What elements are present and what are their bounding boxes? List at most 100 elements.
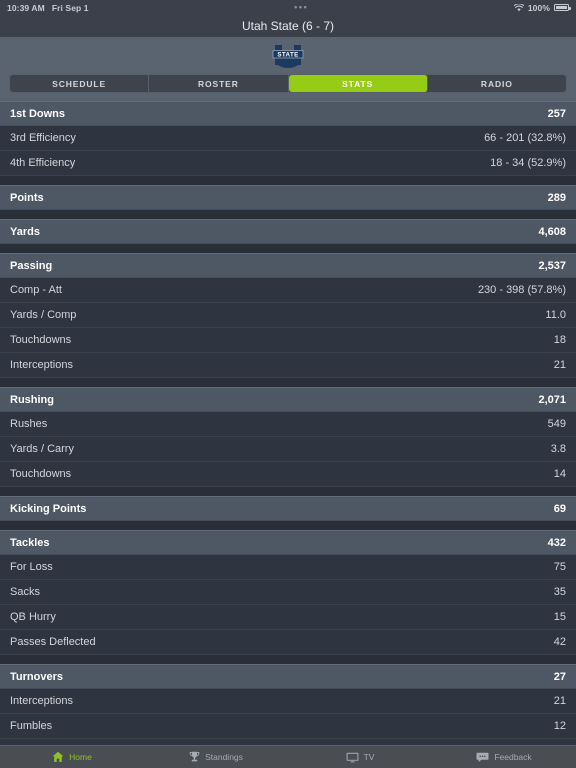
stats-section: Kicking Points 69 xyxy=(0,496,576,521)
stats-section-header[interactable]: 1st Downs 257 xyxy=(0,101,576,126)
stats-section: Passing 2,537 Comp - Att 230 - 398 (57.8%) Y… xyxy=(0,253,576,378)
stats-row[interactable]: Rushes 549 xyxy=(0,412,576,437)
tab-home-label: Home xyxy=(69,752,92,762)
tab-tv-label: TV xyxy=(363,752,375,762)
stats-row[interactable]: Comp - Att 230 - 398 (57.8%) xyxy=(0,278,576,303)
stats-row-label: Yards / Carry xyxy=(10,443,74,455)
stats-section-header-label: 1st Downs xyxy=(10,107,66,120)
stats-row-value: 75 xyxy=(553,561,566,573)
section-gap xyxy=(0,521,576,530)
stats-section-header-value: 4,608 xyxy=(538,225,566,238)
tab-schedule[interactable]: SCHEDULE xyxy=(10,75,150,92)
trophy-icon xyxy=(189,751,200,763)
stats-row[interactable]: QB Hurry 15 xyxy=(0,605,576,630)
section-gap xyxy=(0,487,576,496)
stats-row-label: Sacks xyxy=(10,586,40,598)
stats-section-header[interactable]: Rushing 2,071 xyxy=(0,387,576,412)
stats-section-header-value: 2,071 xyxy=(538,393,566,406)
tab-feedback[interactable]: Feedback xyxy=(432,752,576,763)
stats-section-header[interactable]: Yards 4,608 xyxy=(0,219,576,244)
section-gap xyxy=(0,210,576,219)
stats-section-header[interactable]: Points 289 xyxy=(0,185,576,210)
segmented-control[interactable]: SCHEDULE ROSTER STATS RADIO xyxy=(9,74,567,93)
stats-row[interactable]: For Loss 75 xyxy=(0,555,576,580)
stats-section: Tackles 432 For Loss 75 Sacks 35 QB Hurry 15 Pas… xyxy=(0,530,576,655)
wifi-icon xyxy=(513,2,525,12)
stats-section-header-label: Points xyxy=(10,191,44,204)
stats-section-header-value: 2,537 xyxy=(538,259,566,272)
stats-section-header[interactable]: Kicking Points 69 xyxy=(0,496,576,521)
stats-section-header-label: Kicking Points xyxy=(10,502,87,515)
tab-radio-label: RADIO xyxy=(480,78,513,89)
stats-row-label: Interceptions xyxy=(10,695,73,707)
stats-row[interactable]: Interceptions 21 xyxy=(0,353,576,378)
status-bar-right: 100% xyxy=(513,2,571,13)
stats-row[interactable]: 4th Efficiency 18 - 34 (52.9%) xyxy=(0,151,576,176)
stats-row-label: For Loss xyxy=(10,561,53,573)
stats-section-header-value: 289 xyxy=(547,191,566,204)
stats-section-header[interactable]: Passing 2,537 xyxy=(0,253,576,278)
tab-schedule-label: SCHEDULE xyxy=(52,78,107,89)
bottom-tab-bar[interactable]: Home Standings TV Feedback xyxy=(0,745,576,768)
stats-row-label: Yards / Comp xyxy=(10,309,77,321)
tab-stats[interactable]: STATS xyxy=(288,75,428,92)
stats-row-value: 21 xyxy=(553,359,566,371)
status-bar-center: ••• xyxy=(89,3,514,12)
section-gap xyxy=(0,176,576,185)
stats-row-label: 4th Efficiency xyxy=(10,157,76,169)
tab-radio[interactable]: RADIO xyxy=(428,75,566,92)
stats-row-label: Touchdowns xyxy=(10,468,72,480)
stats-row-label: Rushes xyxy=(10,418,48,430)
section-gap xyxy=(0,378,576,387)
stats-row[interactable]: Yards / Comp 11.0 xyxy=(0,303,576,328)
stats-section-header-label: Rushing xyxy=(10,393,54,406)
stats-row[interactable]: Fumbles 12 xyxy=(0,714,576,739)
stats-row[interactable]: Interceptions 21 xyxy=(0,689,576,714)
stats-row-value: 15 xyxy=(553,611,566,623)
stats-section-header-label: Passing xyxy=(10,259,53,272)
stats-row[interactable]: Touchdowns 18 xyxy=(0,328,576,353)
app-screen: 10:39 AM Fri Sep 1 ••• 100% Utah State (… xyxy=(0,0,576,768)
stats-section: Rushing 2,071 Rushes 549 Yards / Carry 3.8 Tou… xyxy=(0,387,576,487)
status-date: Fri Sep 1 xyxy=(51,2,89,13)
stats-section-header-value: 69 xyxy=(553,502,566,515)
stats-row-value: 11.0 xyxy=(545,309,566,321)
stats-row[interactable]: Touchdowns 14 xyxy=(0,462,576,487)
stats-section: Points 289 xyxy=(0,185,576,210)
tab-tv[interactable]: TV xyxy=(288,752,432,763)
stats-row-label: Interceptions xyxy=(10,359,73,371)
stats-section-header-value: 432 xyxy=(547,536,566,549)
stats-section: 1st Downs 257 3rd Efficiency 66 - 201 (32.8… xyxy=(0,101,576,176)
stats-section-header[interactable]: Turnovers 27 xyxy=(0,664,576,689)
page-title: Utah State (6 - 7) xyxy=(241,19,335,33)
tab-standings[interactable]: Standings xyxy=(144,751,288,763)
stats-section-header-label: Turnovers xyxy=(10,670,63,683)
stats-list[interactable]: 1st Downs 257 3rd Efficiency 66 - 201 (32.8… xyxy=(0,101,576,745)
stats-section-header-label: Yards xyxy=(10,225,40,238)
stats-row-value: 12 xyxy=(553,720,566,732)
stats-row[interactable]: Passes Deflected 42 xyxy=(0,630,576,655)
stats-row-label: Passes Deflected xyxy=(10,636,96,648)
stats-row-label: QB Hurry xyxy=(10,611,56,623)
stats-row-value: 230 - 398 (57.8%) xyxy=(477,284,566,296)
section-gap xyxy=(0,244,576,253)
status-time: 10:39 AM xyxy=(7,2,45,13)
stats-row[interactable]: 3rd Efficiency 66 - 201 (32.8%) xyxy=(0,126,576,151)
tab-roster[interactable]: ROSTER xyxy=(149,75,289,92)
battery-icon xyxy=(554,3,571,12)
chat-bubble-icon xyxy=(476,752,489,763)
status-bar-left: 10:39 AM Fri Sep 1 xyxy=(7,3,89,13)
stats-section-header[interactable]: Tackles 432 xyxy=(0,530,576,555)
stats-section-header-value: 27 xyxy=(553,670,566,683)
stats-row[interactable]: Sacks 35 xyxy=(0,580,576,605)
stats-row-value: 66 - 201 (32.8%) xyxy=(484,132,566,144)
stats-row-label: 3rd Efficiency xyxy=(10,132,76,144)
stats-row-value: 14 xyxy=(553,468,566,480)
stats-row[interactable]: Yards / Carry 3.8 xyxy=(0,437,576,462)
tab-home[interactable]: Home xyxy=(0,751,144,763)
status-bar: 10:39 AM Fri Sep 1 ••• 100% xyxy=(0,0,576,15)
stats-section: Yards 4,608 xyxy=(0,219,576,244)
stats-section: Turnovers 27 Interceptions 21 Fumbles 12Fumbl… xyxy=(0,664,576,745)
stats-row-label: Comp - Att xyxy=(10,284,62,296)
svg-text:STATE: STATE xyxy=(277,51,298,58)
